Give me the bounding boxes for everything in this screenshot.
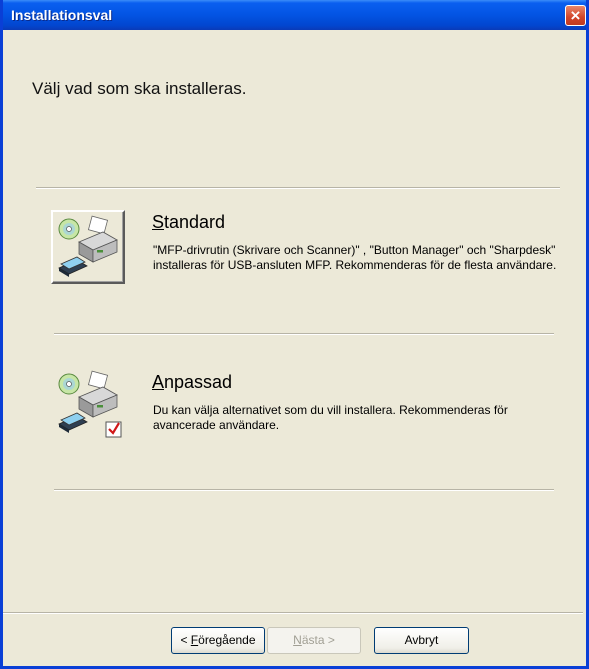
separator-bottom [54, 489, 554, 491]
separator-middle [54, 333, 554, 335]
separator-footer [3, 612, 583, 614]
cancel-button[interactable]: Avbryt [374, 627, 469, 654]
printer-scanner-cd-graphic [58, 215, 118, 277]
close-button[interactable]: × [565, 5, 586, 26]
installation-options-dialog: Installationsval × Välj vad som ska inst… [0, 0, 589, 669]
option-custom-description: Du kan välja alternativet som du vill in… [153, 403, 508, 432]
option-standard[interactable]: Standard "MFP-drivrutin (Skrivare och Sc… [51, 208, 571, 308]
separator-top [36, 187, 560, 189]
next-button[interactable]: Nästa > [267, 627, 361, 654]
title-bar[interactable]: Installationsval × [3, 0, 586, 30]
option-custom[interactable]: Anpassad Du kan välja alternativet som d… [51, 362, 571, 452]
dialog-heading: Välj vad som ska installeras. [32, 79, 247, 98]
printer-scanner-cd-checkbox-graphic [58, 370, 122, 438]
option-custom-title: Anpassad [152, 372, 233, 392]
printer-scanner-cd-icon[interactable] [51, 210, 125, 284]
option-standard-description: "MFP-drivrutin (Skrivare och Scanner)" ,… [153, 243, 557, 272]
printer-scanner-cd-checkbox-icon[interactable] [51, 366, 125, 440]
option-standard-title: Standard [152, 212, 226, 232]
window-title: Installationsval [11, 7, 113, 23]
back-button[interactable]: < Föregående [171, 627, 265, 654]
close-icon: × [570, 6, 581, 25]
